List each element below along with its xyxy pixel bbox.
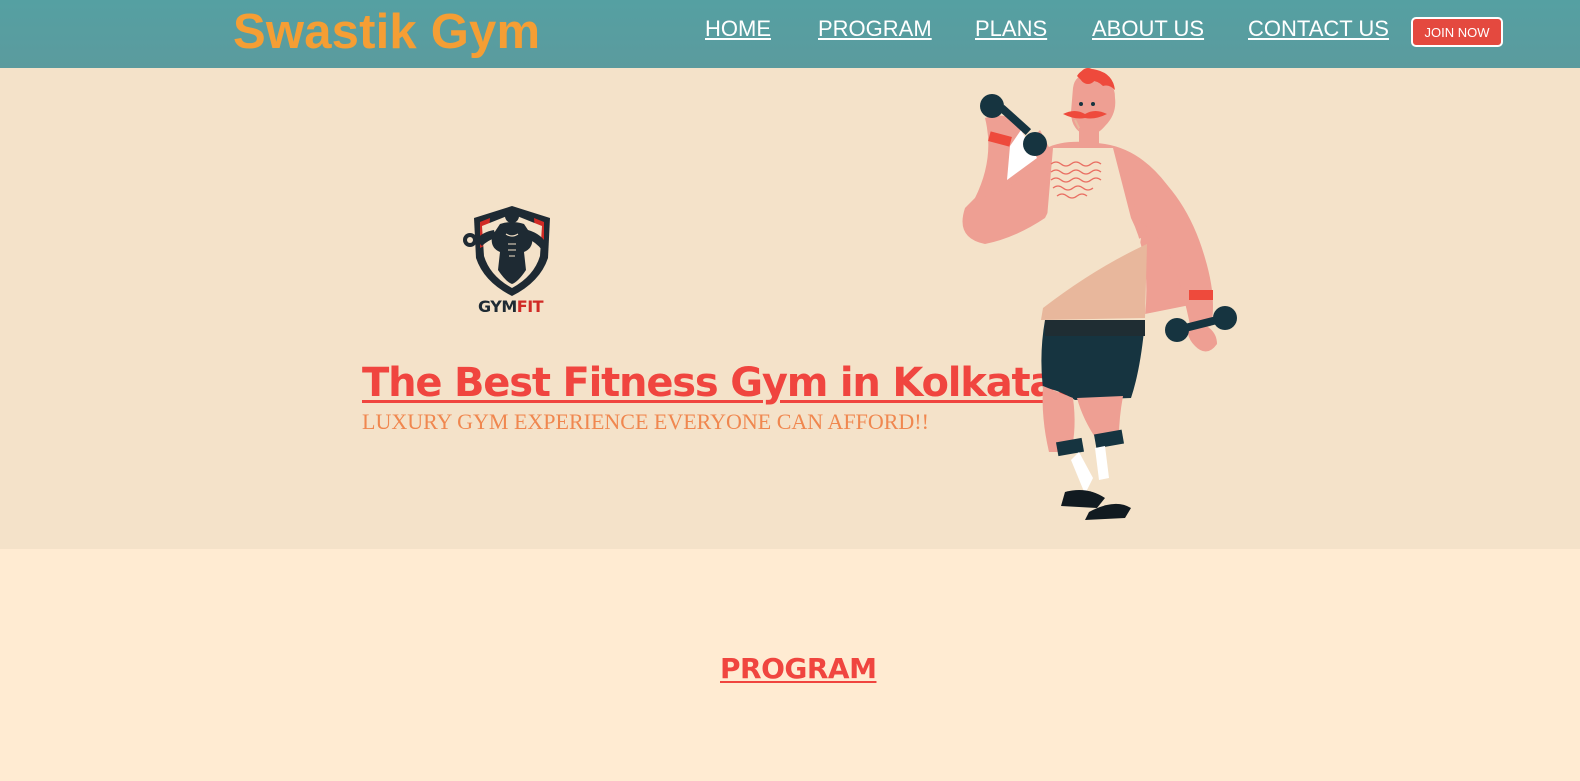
brand-logo-text[interactable]: Swastik Gym <box>233 4 540 60</box>
nav-about-link[interactable]: ABOUT US <box>1092 16 1204 42</box>
nav-contact-link[interactable]: CONTACT US <box>1248 16 1389 42</box>
nav-plans-link[interactable]: PLANS <box>975 16 1047 42</box>
hero-subtitle: LUXURY GYM EXPERIENCE EVERYONE CAN AFFOR… <box>362 409 929 434</box>
nav-home-link[interactable]: HOME <box>705 16 771 42</box>
join-now-button[interactable]: JOIN NOW <box>1411 17 1503 47</box>
logo-text-gym: GYM <box>478 297 517 316</box>
hero-section <box>0 68 1580 549</box>
program-section-title: PROGRAM <box>720 652 877 685</box>
nav-program-link[interactable]: PROGRAM <box>818 16 932 42</box>
logo-text-fit: FIT <box>517 297 544 316</box>
gymfit-logo: GYMFIT <box>463 206 550 316</box>
athlete-illustration <box>962 68 1237 520</box>
navbar: Swastik Gym HOME PROGRAM PLANS ABOUT US … <box>0 0 1580 68</box>
svg-text:GYMFIT: GYMFIT <box>478 297 544 316</box>
